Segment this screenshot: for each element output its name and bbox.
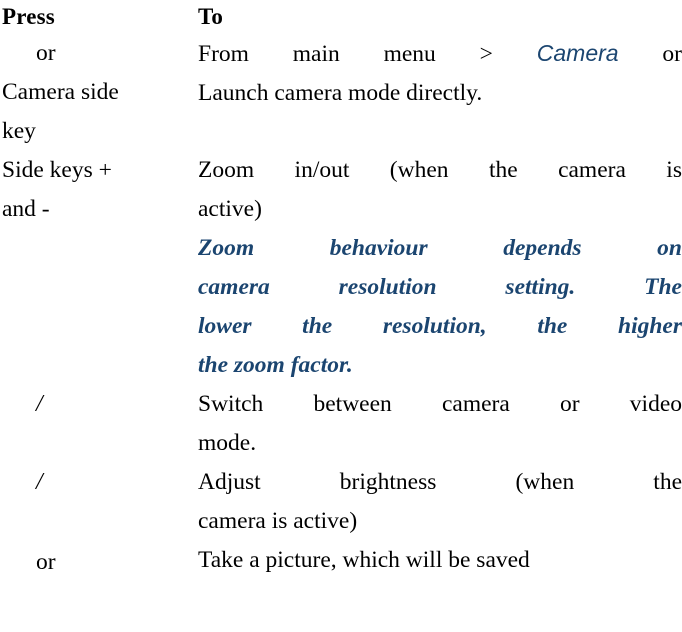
to-text-segment: or <box>618 41 682 67</box>
zoom-behaviour-note: Zoom behaviour depends on camera resolut… <box>198 229 682 385</box>
to-cell-row2: Zoom in/out (when the camera is active) … <box>198 151 682 385</box>
table-row: Side keys + and - Zoom in/out (when the … <box>0 151 682 385</box>
slash-separator-icon: / <box>36 469 43 495</box>
column-header-to: To <box>198 4 224 29</box>
spacer-cell <box>177 34 198 151</box>
to-paragraph: Adjust brightness (when the camera is ac… <box>198 463 682 541</box>
press-cell-row5: or <box>0 541 177 582</box>
press-line: or <box>36 549 56 575</box>
header-cell-spacer <box>177 0 198 34</box>
to-line: Switch between camera or video <box>198 391 682 417</box>
press-line: key <box>2 118 36 144</box>
press-cell-row2: Side keys + and - <box>0 151 177 385</box>
press-line: Side keys + <box>2 157 112 183</box>
header-cell-press: Press <box>0 0 177 34</box>
slash-separator-icon: / <box>36 391 43 417</box>
press-line: Camera side <box>2 79 119 105</box>
press-cell-row3: / <box>0 385 177 463</box>
key-reference-table: Press To or Camera side key From main me… <box>0 0 682 582</box>
table-header-row: Press To <box>0 0 682 34</box>
camera-menu-accent: Camera <box>536 40 619 66</box>
spacer-cell <box>177 541 198 582</box>
to-line: camera is active) <box>198 508 358 534</box>
table-row: or Camera side key From main menu > Came… <box>0 34 682 151</box>
note-line: the zoom factor. <box>198 352 353 378</box>
column-header-press: Press <box>2 4 55 29</box>
press-line: or <box>36 40 56 66</box>
to-line: mode. <box>198 430 257 456</box>
note-line: camera resolution setting. The <box>198 274 682 300</box>
to-line: Zoom in/out (when the camera is <box>198 157 682 183</box>
to-cell-row1: From main menu > Camera or Launch camera… <box>198 34 682 151</box>
press-cell-row1: or Camera side key <box>0 34 177 151</box>
to-line: From main menu > Camera or <box>198 34 682 74</box>
to-cell-row3: Switch between camera or video mode. <box>198 385 682 463</box>
header-cell-to: To <box>198 0 682 34</box>
note-line: Zoom behaviour depends on <box>198 235 682 261</box>
to-line: active) <box>198 196 262 222</box>
note-line: lower the resolution, the higher <box>198 313 682 339</box>
press-cell-row4: / <box>0 463 177 541</box>
to-line: Adjust brightness (when the <box>198 469 682 495</box>
press-line: / <box>0 463 177 502</box>
spacer-cell <box>177 463 198 541</box>
press-line: / <box>0 385 177 424</box>
to-text-segment: From main menu > <box>198 41 537 67</box>
to-line: Take a picture, which will be saved <box>198 547 530 573</box>
to-paragraph: Switch between camera or video mode. <box>198 385 682 463</box>
to-cell-row4: Adjust brightness (when the camera is ac… <box>198 463 682 541</box>
press-line: and - <box>2 196 50 222</box>
table-row: / Switch between camera or video mode. <box>0 385 682 463</box>
to-line: Launch camera mode directly. <box>198 80 483 106</box>
to-paragraph: Zoom in/out (when the camera is active) <box>198 151 682 229</box>
spacer-cell <box>177 385 198 463</box>
table-row: or Take a picture, which will be saved <box>0 541 682 582</box>
table-row: / Adjust brightness (when the camera is … <box>0 463 682 541</box>
to-paragraph: Take a picture, which will be saved <box>198 541 682 580</box>
to-cell-row5: Take a picture, which will be saved <box>198 541 682 582</box>
spacer-cell <box>177 151 198 385</box>
to-paragraph: From main menu > Camera or Launch camera… <box>198 34 682 113</box>
